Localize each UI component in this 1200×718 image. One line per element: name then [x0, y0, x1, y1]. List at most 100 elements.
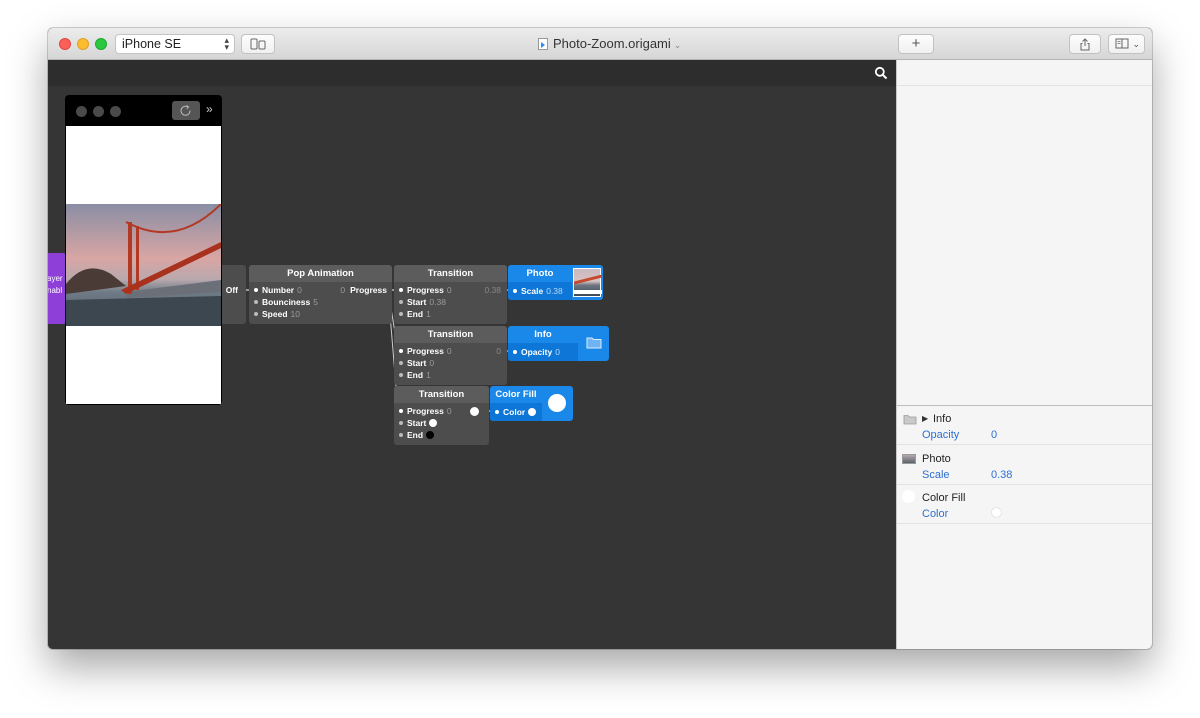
- title-bar: iPhone SE ▴ ▾ Photo-Zoom.origami ⌄ + ⌄: [48, 28, 1152, 60]
- layer-name: Info: [933, 413, 952, 425]
- interaction-patch-label-2: nabl: [48, 286, 63, 295]
- pop-animation-patch[interactable]: Pop Animation Number 0 Bounciness 5 Speed 1…: [249, 265, 392, 324]
- input-port-end[interactable]: End 1: [399, 308, 431, 320]
- minimize-window-button[interactable]: [77, 38, 89, 50]
- inspector-group-color-fill[interactable]: Color Fill Color: [897, 485, 1152, 524]
- port-label: Start: [407, 358, 427, 368]
- input-port-end[interactable]: End: [399, 429, 435, 441]
- port-label: Opacity: [521, 347, 553, 357]
- transition-patch-3[interactable]: Transition Progress 0 Start End: [394, 386, 489, 445]
- close-window-button[interactable]: [59, 38, 71, 50]
- port-label: Progress: [350, 285, 387, 295]
- input-port-color[interactable]: Color: [495, 406, 537, 418]
- port-dot: [399, 409, 403, 413]
- property-value[interactable]: 0.38: [991, 469, 1012, 481]
- folder-icon: [903, 415, 917, 425]
- zoom-window-button[interactable]: [95, 38, 107, 50]
- add-patch-button[interactable]: +: [898, 34, 934, 54]
- property-value[interactable]: 0: [991, 429, 997, 441]
- port-value: 0.38: [429, 297, 446, 307]
- info-layer-patch[interactable]: Info Opacity 0: [508, 326, 609, 361]
- patch-title: Pop Animation: [249, 265, 392, 282]
- input-port-end[interactable]: End 1: [399, 369, 431, 381]
- interaction-patch[interactable]: ayer nabl: [48, 253, 66, 324]
- port-dot: [254, 312, 258, 316]
- input-port-start[interactable]: Start 0: [399, 357, 434, 369]
- port-value: 0.38: [484, 285, 501, 295]
- input-port-progress[interactable]: Progress 0: [399, 345, 452, 357]
- hidden-patch-output[interactable]: Off: [226, 284, 238, 296]
- photo-thumbnail: [573, 268, 602, 297]
- port-label: Bounciness: [262, 297, 311, 307]
- white-color-swatch[interactable]: [429, 419, 438, 427]
- input-port-progress[interactable]: Progress 0: [399, 284, 452, 296]
- port-dot: [254, 300, 258, 304]
- port-dot: [399, 288, 403, 292]
- device-screen[interactable]: [66, 126, 221, 404]
- share-button[interactable]: [1069, 34, 1101, 54]
- property-label: Color: [922, 508, 949, 520]
- inspector-group-info[interactable]: ▶ Info Opacity 0: [897, 406, 1152, 445]
- input-port-opacity[interactable]: Opacity 0: [513, 346, 560, 358]
- port-label: Start: [407, 297, 427, 307]
- device-select[interactable]: iPhone SE ▴ ▾: [115, 34, 235, 54]
- layout-menu-button[interactable]: ⌄: [1108, 34, 1145, 54]
- output-port-progress[interactable]: 0 Progress: [337, 284, 387, 296]
- colorfill-layer-patch[interactable]: Color Fill Color: [490, 386, 573, 421]
- document-icon: [538, 38, 548, 50]
- port-dot: [399, 312, 403, 316]
- app-window: iPhone SE ▴ ▾ Photo-Zoom.origami ⌄ + ⌄ a…: [48, 28, 1152, 649]
- input-port-start[interactable]: Start 0.38: [399, 296, 446, 308]
- disclosure-triangle-icon[interactable]: ▶: [922, 414, 928, 423]
- port-label: Number: [262, 285, 295, 295]
- output-label: Off: [225, 285, 238, 295]
- port-label: Speed: [262, 309, 288, 319]
- document-title[interactable]: Photo-Zoom.origami ⌄: [538, 36, 681, 51]
- port-value: 5: [313, 297, 318, 307]
- port-value: 0: [446, 285, 452, 295]
- property-label: Opacity: [922, 429, 960, 441]
- color-swatch-icon: [902, 490, 915, 503]
- patch-editor-canvas[interactable]: ayer nabl Off Pop Animation Number 0 Boun…: [48, 60, 896, 649]
- black-color-swatch[interactable]: [426, 431, 435, 439]
- white-color-swatch[interactable]: [528, 408, 537, 416]
- input-port-bounciness[interactable]: Bounciness 5: [254, 296, 318, 308]
- photo-layer-patch[interactable]: Photo Scale 0.38: [508, 265, 603, 300]
- transition-patch-2[interactable]: Transition Progress 0 Start 0 End 1 0: [394, 326, 507, 385]
- layer-name: Photo: [922, 453, 951, 465]
- device-mirror-button[interactable]: [241, 34, 275, 54]
- transition-patch-1[interactable]: Transition Progress 0 Start 0.38 End 1 0.38: [394, 265, 507, 324]
- patch-title: Transition: [394, 386, 489, 403]
- port-dot: [399, 433, 403, 437]
- input-port-progress[interactable]: Progress 0: [399, 405, 452, 417]
- output-port[interactable]: 0.38: [481, 284, 501, 296]
- port-label: Scale: [521, 286, 544, 296]
- port-dot: [513, 350, 517, 354]
- port-value: 0: [340, 285, 346, 295]
- layer-title: Photo: [526, 268, 554, 279]
- viewer-dot: [76, 106, 87, 117]
- expand-chevrons-icon[interactable]: »: [206, 102, 213, 116]
- port-value: 10: [290, 309, 300, 319]
- share-icon: [1080, 38, 1090, 51]
- device-mirror-icon: [250, 38, 266, 50]
- output-color-swatch[interactable]: [470, 407, 479, 416]
- port-dot: [399, 349, 403, 353]
- output-port[interactable]: 0: [493, 345, 501, 357]
- input-port-number[interactable]: Number 0: [254, 284, 302, 296]
- color-value-swatch[interactable]: [991, 507, 1002, 518]
- inspector-panel: ▶ Info Opacity 0 Photo Scale 0.38 Color …: [896, 60, 1152, 649]
- reload-button[interactable]: [172, 101, 200, 120]
- input-port-speed[interactable]: Speed 10: [254, 308, 300, 320]
- photo-thumbnail: [902, 454, 916, 464]
- port-value: 0: [297, 285, 302, 295]
- port-label: End: [407, 309, 424, 319]
- interaction-patch-label-1: ayer: [48, 274, 63, 283]
- inspector-group-photo[interactable]: Photo Scale 0.38: [897, 446, 1152, 485]
- layer-name: Color Fill: [922, 492, 966, 504]
- input-port-start[interactable]: Start: [399, 417, 438, 429]
- port-dot: [513, 289, 517, 293]
- prototype-viewer[interactable]: »: [65, 95, 222, 405]
- port-label: Start: [407, 418, 427, 428]
- input-port-scale[interactable]: Scale 0.38: [513, 285, 563, 297]
